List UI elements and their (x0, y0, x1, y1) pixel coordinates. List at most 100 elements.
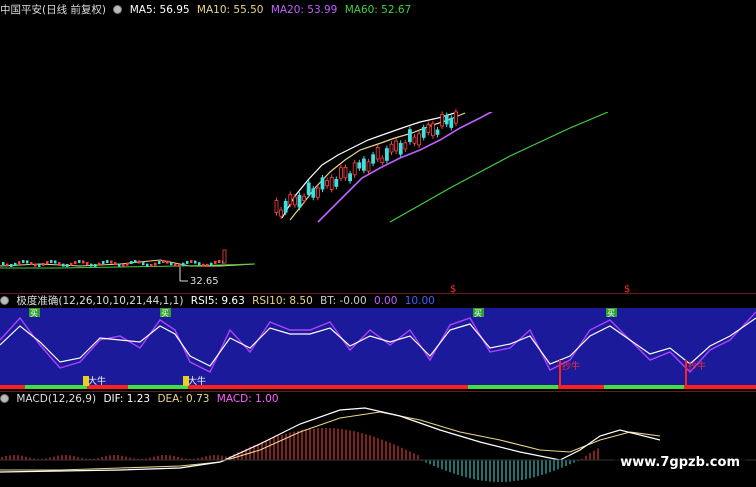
low-candle (190, 260, 193, 264)
low-candle (10, 263, 13, 267)
low-candle (58, 262, 61, 266)
jt-tag-2: 抄牛 (688, 360, 706, 372)
candle-body (325, 180, 330, 187)
cover-block-2 (530, 254, 756, 292)
low-candle (6, 263, 9, 267)
candle-body (384, 148, 389, 161)
macd-histogram (1, 428, 599, 482)
low-candle (210, 262, 213, 266)
low-candle (26, 260, 29, 264)
indicator-background (0, 308, 756, 386)
low-candle (142, 262, 145, 266)
candle-body (288, 194, 293, 205)
bull-tag-1: 大牛 (88, 375, 106, 387)
low-candle (54, 260, 57, 264)
low-candle (198, 262, 201, 266)
candle-body (371, 154, 376, 164)
candle-body (338, 167, 343, 179)
candle-body (403, 142, 408, 150)
candle-body (311, 188, 316, 198)
candle-body (306, 182, 311, 195)
low-candle (174, 263, 177, 267)
low-candle (46, 261, 49, 265)
signal-bar-green-4 (604, 385, 684, 389)
candle-body (283, 200, 288, 213)
candle-body (430, 123, 435, 137)
candle-body (449, 117, 454, 128)
low-candle (214, 260, 217, 264)
low-candle (162, 260, 165, 264)
bull-tag-2: 大牛 (188, 375, 206, 387)
low-candle (66, 263, 69, 267)
candle-body (440, 114, 445, 127)
dollar-mark-1: $ (450, 284, 456, 295)
candle-body (375, 147, 380, 160)
low-candle (38, 263, 41, 267)
candle-body (412, 136, 417, 144)
low-candle (102, 261, 105, 265)
low-candle (202, 263, 205, 267)
low-candle (150, 263, 153, 267)
low-candle (126, 262, 129, 266)
candle-body (361, 158, 366, 171)
chart-canvas[interactable]: 32.65 $ $ 买 买 买 买 大牛 大牛 抄牛 抄牛 (0, 0, 756, 487)
candle-body (348, 173, 353, 182)
candle-body (389, 143, 394, 153)
low-candle (134, 260, 137, 264)
buy-tag-2: 买 (161, 309, 169, 318)
low-candle (42, 262, 45, 266)
candle-body (292, 196, 297, 206)
buy-tag-3: 买 (474, 309, 482, 318)
low-price-label: 32.65 (190, 276, 219, 287)
low-candle (122, 263, 125, 267)
low-candle (110, 260, 113, 264)
candle-body (334, 178, 339, 187)
candle-body (274, 200, 279, 214)
buy-tag-4: 买 (607, 309, 615, 318)
candle-body (394, 140, 399, 152)
candle-body (302, 195, 307, 202)
stock-chart-window: 中国平安(日线 前复权) MA5: 56.95 MA10: 55.50 MA20… (0, 0, 756, 487)
candle-body (435, 129, 440, 135)
low-candle (106, 260, 109, 264)
low-candle (154, 262, 157, 266)
low-candle (206, 263, 209, 267)
cover-block (428, 90, 756, 112)
low-candle (62, 263, 65, 267)
candle-body (343, 167, 348, 179)
low-candle (182, 262, 185, 266)
low-candle (158, 260, 161, 264)
low-candle (98, 262, 101, 266)
low-candle (90, 263, 93, 267)
buy-tag-1: 买 (30, 309, 38, 318)
low-candle (186, 260, 189, 264)
candle-body (357, 162, 362, 169)
low-candle (86, 262, 89, 266)
ma10-line (289, 112, 466, 221)
low-candle (50, 260, 53, 264)
low-candle (22, 260, 25, 264)
signal-bar-green-2 (128, 385, 188, 389)
low-candle (146, 263, 149, 267)
price-plot: 32.65 (0, 90, 756, 292)
low-candle (70, 262, 73, 266)
low-candle (138, 260, 141, 264)
candle-body (444, 115, 449, 125)
low-candle (118, 263, 121, 267)
low-candle (178, 263, 181, 267)
low-candle (170, 262, 173, 266)
low-candle (94, 263, 97, 267)
low-candle (78, 260, 81, 264)
low-candle (74, 261, 77, 265)
indicator-plot: $ $ 买 买 买 买 大牛 大牛 抄牛 抄牛 (0, 284, 756, 389)
low-candle (130, 260, 133, 264)
candle-body (380, 157, 385, 163)
low-candle (30, 262, 33, 266)
low-candle (114, 262, 117, 266)
signal-bar-green-3 (468, 385, 558, 389)
low-candle (34, 263, 37, 267)
jt-tag-1: 抄牛 (562, 360, 580, 372)
dollar-mark-2: $ (624, 284, 630, 295)
candle-body (279, 209, 284, 217)
candle-body (398, 142, 403, 155)
